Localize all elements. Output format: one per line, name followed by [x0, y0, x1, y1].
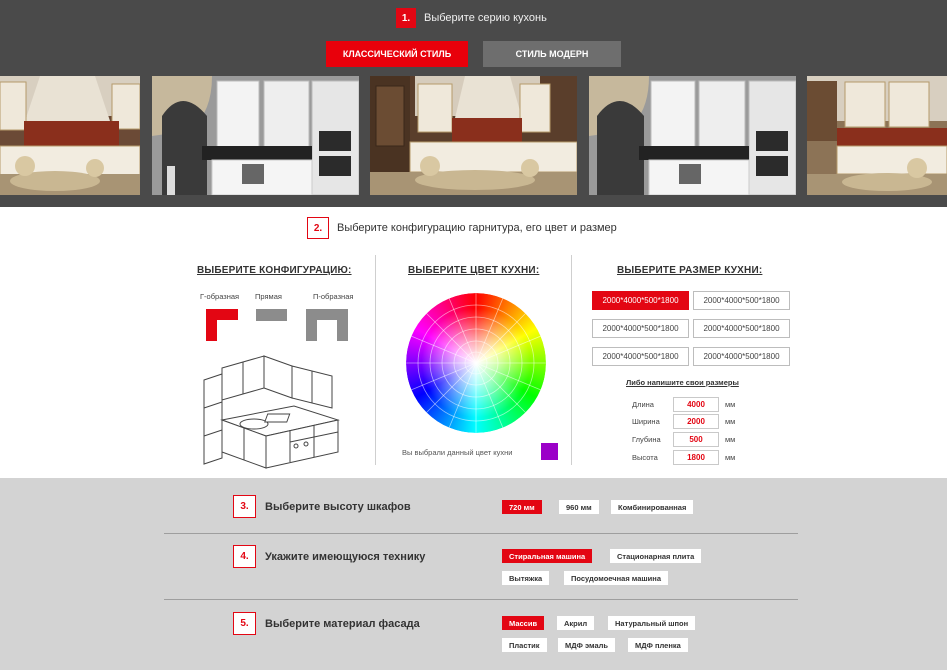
chosen-color-swatch — [541, 443, 558, 460]
facade-material-option[interactable]: Натуральный шпон — [608, 616, 696, 630]
kitchen-photo[interactable] — [807, 76, 947, 195]
kitchen-photo[interactable] — [589, 76, 796, 195]
step-number: 4. — [233, 545, 256, 568]
chosen-color-label: Вы выбрали данный цвет кухни — [402, 448, 513, 457]
kitchen-gallery — [0, 76, 947, 195]
cabinet-height-option[interactable]: 720 мм — [502, 500, 542, 514]
series-section: 1. Выберите серию кухонь КЛАССИЧЕСКИЙ СТ… — [0, 0, 947, 207]
color-wheel[interactable] — [406, 293, 546, 433]
depth-label: Глубина — [632, 435, 661, 444]
width-label: Ширина — [632, 417, 660, 426]
modern-style-button[interactable]: СТИЛЬ МОДЕРН — [483, 41, 621, 67]
size-option[interactable]: 2000*4000*500*1800 — [592, 319, 689, 338]
facade-material-option[interactable]: МДФ пленка — [628, 638, 688, 652]
appliance-option[interactable]: Стационарная плита — [610, 549, 702, 563]
p-shape-icon[interactable] — [306, 309, 348, 341]
step-number: 5. — [233, 612, 256, 635]
custom-size-title: Либо напишите свои размеры — [626, 378, 739, 387]
color-title: ВЫБЕРИТЕ ЦВЕТ КУХНИ: — [408, 265, 540, 276]
classic-style-button[interactable]: КЛАССИЧЕСКИЙ СТИЛЬ — [326, 41, 468, 67]
step-title: Выберите серию кухонь — [424, 12, 547, 24]
facade-material-option[interactable]: Пластик — [502, 638, 547, 652]
facade-material-option[interactable]: МДФ эмаль — [558, 638, 616, 652]
step-number: 2. — [307, 217, 329, 239]
depth-input[interactable] — [673, 432, 719, 447]
kitchen-photo[interactable] — [152, 76, 359, 195]
step5-header: 5. Выберите материал фасада — [233, 612, 420, 635]
kitchen-photo[interactable] — [370, 76, 577, 195]
step3-header: 3. Выберите высоту шкафов — [233, 495, 411, 518]
kitchen-photo[interactable] — [0, 76, 140, 195]
column-divider — [571, 255, 572, 465]
cabinet-height-option[interactable]: Комбинированная — [611, 500, 694, 514]
configuration-section: 2. Выберите конфигурацию гарнитура, его … — [0, 207, 947, 478]
section-divider — [164, 599, 798, 600]
unit-label: мм — [725, 453, 736, 462]
section-divider — [164, 533, 798, 534]
size-option[interactable]: 2000*4000*500*1800 — [592, 347, 689, 366]
appliance-option[interactable]: Вытяжка — [502, 571, 550, 585]
unit-label: мм — [725, 417, 736, 426]
size-option[interactable]: 2000*4000*500*1800 — [693, 291, 790, 310]
step2-header: 2. Выберите конфигурацию гарнитура, его … — [307, 217, 617, 239]
shape-label-straight: Прямая — [255, 292, 282, 301]
facade-material-option[interactable]: Массив — [502, 616, 545, 630]
step-number: 1. — [396, 8, 416, 28]
column-divider — [375, 255, 376, 465]
unit-label: мм — [725, 400, 736, 409]
unit-label: мм — [725, 435, 736, 444]
size-title: ВЫБЕРИТЕ РАЗМЕР КУХНИ: — [617, 265, 763, 276]
step-number: 3. — [233, 495, 256, 518]
appliance-option[interactable]: Стиральная машина — [502, 549, 593, 563]
step-title: Выберите материал фасада — [265, 617, 420, 630]
step4-header: 4. Укажите имеющуюся технику — [233, 545, 425, 568]
height-input[interactable] — [673, 450, 719, 465]
step-title: Выберите конфигурацию гарнитура, его цве… — [337, 222, 617, 234]
length-label: Длина — [632, 400, 654, 409]
g-shape-icon[interactable] — [206, 309, 238, 341]
kitchen-sketch-illustration — [203, 355, 340, 469]
shape-label-g: Г-образная — [200, 292, 240, 301]
step-title: Выберите высоту шкафов — [265, 500, 411, 513]
shape-label-p: П-образная — [313, 292, 354, 301]
width-input[interactable] — [673, 414, 719, 429]
size-option[interactable]: 2000*4000*500*1800 — [693, 347, 790, 366]
cabinet-height-option[interactable]: 960 мм — [559, 500, 599, 514]
height-label: Высота — [632, 453, 658, 462]
size-option[interactable]: 2000*4000*500*1800 — [592, 291, 689, 310]
appliance-option[interactable]: Посудомоечная машина — [564, 571, 668, 585]
step-title: Укажите имеющуюся технику — [265, 550, 426, 563]
options-section: 3. Выберите высоту шкафов 720 мм 960 мм … — [0, 478, 947, 670]
size-option[interactable]: 2000*4000*500*1800 — [693, 319, 790, 338]
config-title: ВЫБЕРИТЕ КОНФИГУРАЦИЮ: — [197, 265, 352, 276]
facade-material-option[interactable]: Акрил — [557, 616, 595, 630]
length-input[interactable] — [673, 397, 719, 412]
straight-shape-icon[interactable] — [256, 309, 287, 321]
step1-header: 1. Выберите серию кухонь — [396, 8, 547, 28]
